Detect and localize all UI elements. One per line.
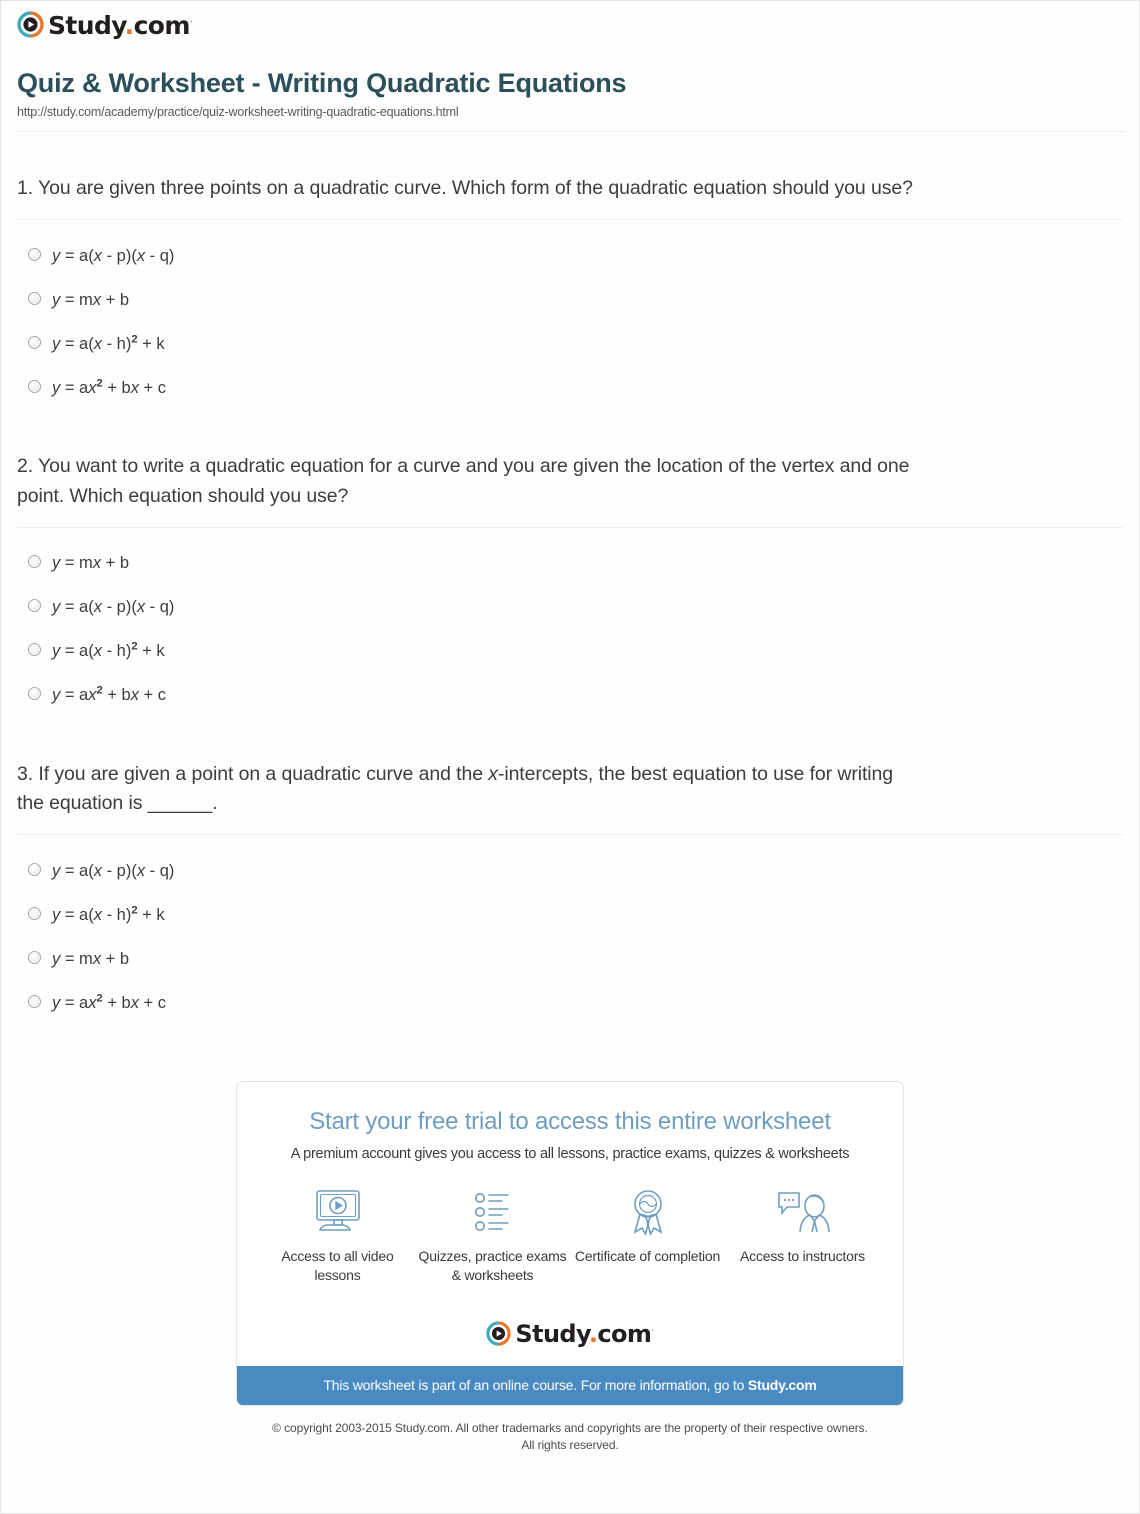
page-header: Study.com· xyxy=(1,1,1139,43)
free-trial-card: Start your free trial to access this ent… xyxy=(236,1081,904,1406)
study-com-logo-promo[interactable]: Study.com· xyxy=(486,1320,654,1349)
logo-trademark: · xyxy=(189,17,193,28)
answer-label: y = ax2 + bx + c xyxy=(52,992,167,1012)
promo-footer-bar[interactable]: This worksheet is part of an online cour… xyxy=(237,1365,903,1405)
copyright-line-1: © copyright 2003-2015 Study.com. All oth… xyxy=(272,1420,868,1435)
answer-option[interactable]: y = mx + b xyxy=(17,542,1123,586)
study-com-logo[interactable]: Study.com· xyxy=(17,11,193,40)
answer-label: y = mx + b xyxy=(52,554,130,573)
play-circle-icon xyxy=(17,11,44,38)
monitor-play-icon xyxy=(311,1186,365,1238)
promo-subheading: A premium account gives you access to al… xyxy=(290,1146,850,1163)
radio-button-icon[interactable] xyxy=(28,599,41,613)
feature-item: Certificate of completion xyxy=(570,1186,725,1285)
promo-card-body: Start your free trial to access this ent… xyxy=(237,1082,903,1299)
answer-option[interactable]: y = a(x - p)(x - q) xyxy=(17,849,1123,893)
feature-item: Access to all video lessons xyxy=(260,1186,415,1285)
answer-option[interactable]: y = ax2 + bx + c xyxy=(17,981,1123,1025)
answer-option[interactable]: y = a(x - h)2 + k xyxy=(17,630,1123,674)
question-1-answers: y = a(x - p)(x - q) y = mx + b y = a(x -… xyxy=(17,220,1123,410)
worksheet-page: Study.com· Quiz & Worksheet - Writing Qu… xyxy=(0,0,1140,1514)
logo-wordmark: Study.com· xyxy=(48,11,193,40)
radio-button-icon[interactable] xyxy=(28,379,41,393)
feature-item: Access to instructors xyxy=(725,1186,880,1285)
logo-word-main: Study xyxy=(48,11,125,40)
answer-label: y = ax2 + bx + c xyxy=(52,377,167,397)
feature-label: Quizzes, practice exams & worksheets xyxy=(418,1248,567,1283)
radio-button-icon[interactable] xyxy=(28,687,41,701)
radio-button-icon[interactable] xyxy=(28,994,41,1008)
radio-button-icon[interactable] xyxy=(28,862,41,876)
question-3-text: 3. If you are given a point on a quadrat… xyxy=(17,762,894,815)
question-2-text: 2. You want to write a quadratic equatio… xyxy=(17,455,910,507)
answer-option[interactable]: y = mx + b xyxy=(17,278,1123,322)
question-1-text: 1. You are given three points on a quadr… xyxy=(17,177,913,200)
worksheet-url: http://study.com/academy/practice/quiz-w… xyxy=(17,105,459,120)
answer-label: y = a(x - h)2 + k xyxy=(52,333,165,353)
checklist-icon xyxy=(466,1186,520,1238)
feature-item: Quizzes, practice exams & worksheets xyxy=(415,1186,570,1285)
promo-heading: Start your free trial to access this ent… xyxy=(309,1108,831,1136)
answer-label: y = a(x - h)2 + k xyxy=(52,904,165,924)
logo-wordmark: Study.com· xyxy=(515,1320,654,1349)
feature-label: Access to instructors xyxy=(740,1248,865,1265)
answer-label: y = a(x - p)(x - q) xyxy=(52,861,175,880)
questions-list: 1. You are given three points on a quadr… xyxy=(1,132,1139,1025)
radio-button-icon[interactable] xyxy=(28,950,41,964)
logo-word-tld: com xyxy=(597,1320,652,1349)
radio-button-icon[interactable] xyxy=(28,555,41,569)
logo-word-tld: com xyxy=(133,11,191,40)
answer-label: y = a(x - h)2 + k xyxy=(52,640,165,661)
radio-button-icon[interactable] xyxy=(28,643,41,657)
instructor-chat-icon xyxy=(774,1186,832,1238)
promo-feature-list: Access to all video lessons Quizzes, pra… xyxy=(257,1186,883,1285)
answer-option[interactable]: y = a(x - p)(x - q) xyxy=(17,586,1123,630)
copyright-notice: © copyright 2003-2015 Study.com. All oth… xyxy=(1,1420,1139,1455)
logo-trademark: · xyxy=(651,1326,654,1337)
promo-bar-link[interactable]: Study.com xyxy=(748,1377,817,1393)
answer-option[interactable]: y = a(x - p)(x - q) xyxy=(17,234,1123,278)
radio-button-icon[interactable] xyxy=(28,906,41,920)
question-3: 3. If you are given a point on a quadrat… xyxy=(17,718,1123,1026)
question-1: 1. You are given three points on a quadr… xyxy=(17,132,1123,410)
answer-label: y = a(x - p)(x - q) xyxy=(52,598,175,617)
answer-label: y = a(x - p)(x - q) xyxy=(52,246,175,265)
question-3-answers: y = a(x - p)(x - q) y = a(x - h)2 + k y … xyxy=(17,835,1123,1025)
page-title: Quiz & Worksheet - Writing Quadratic Equ… xyxy=(17,68,627,98)
radio-button-icon[interactable] xyxy=(28,335,41,349)
promo-logo: Study.com· xyxy=(237,1299,903,1366)
radio-button-icon[interactable] xyxy=(28,247,41,261)
answer-label: y = mx + b xyxy=(52,290,130,309)
feature-label: Certificate of completion xyxy=(574,1248,721,1265)
answer-option[interactable]: y = a(x - h)2 + k xyxy=(17,322,1123,366)
logo-word-dot: . xyxy=(124,11,135,40)
award-ribbon-icon xyxy=(621,1186,675,1238)
answer-label: y = ax2 + bx + c xyxy=(52,684,167,705)
answer-option[interactable]: y = ax2 + bx + c xyxy=(17,366,1123,410)
answer-option[interactable]: y = ax2 + bx + c xyxy=(17,674,1123,718)
play-circle-icon xyxy=(486,1321,512,1346)
promo-bar-text: This worksheet is part of an online cour… xyxy=(323,1376,748,1393)
answer-option[interactable]: y = mx + b xyxy=(17,937,1123,981)
feature-label: Access to all video lessons xyxy=(281,1248,394,1283)
answer-option[interactable]: y = a(x - h)2 + k xyxy=(17,893,1123,937)
copyright-line-2: All rights reserved. xyxy=(521,1438,619,1453)
answer-label: y = mx + b xyxy=(52,949,130,968)
question-2: 2. You want to write a quadratic equatio… xyxy=(17,410,1123,718)
title-block: Quiz & Worksheet - Writing Quadratic Equ… xyxy=(1,43,1139,119)
radio-button-icon[interactable] xyxy=(28,291,41,305)
question-2-answers: y = mx + b y = a(x - p)(x - q) y = a(x -… xyxy=(17,528,1123,718)
logo-word-main: Study xyxy=(515,1320,589,1349)
promo-section: Start your free trial to access this ent… xyxy=(1,1081,1139,1406)
